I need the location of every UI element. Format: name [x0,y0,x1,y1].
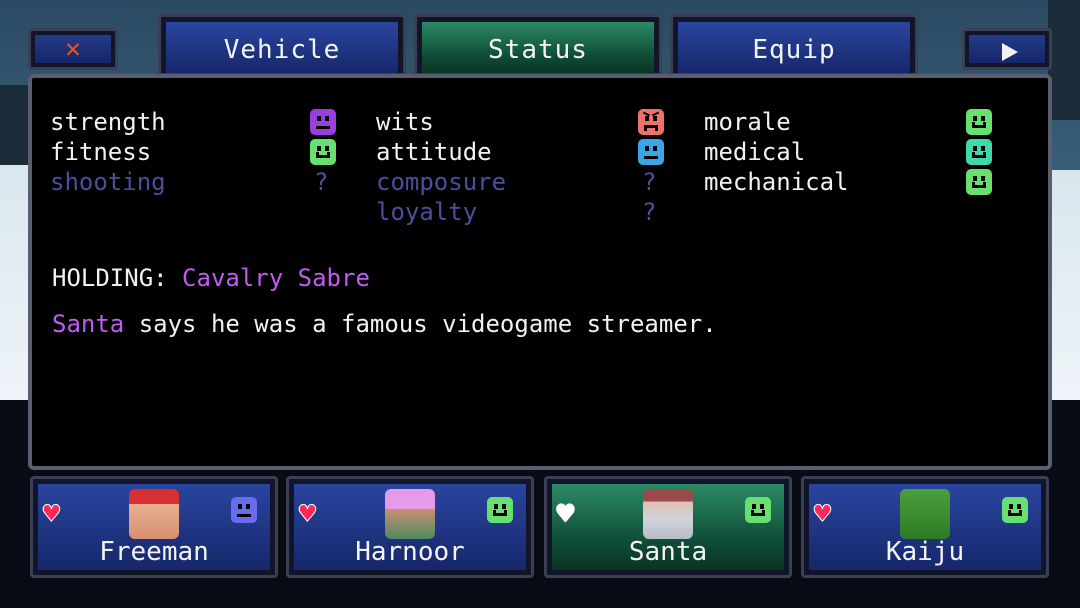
stat-medical-label: medical [704,138,806,166]
party-member-kaiju[interactable]: ♥ Kaiju [801,476,1049,578]
holding-line: HOLDING: Cavalry Sabre [52,264,370,292]
angry-face-icon [638,109,664,135]
unknown-value: ? [642,168,657,196]
party-member-harnoor[interactable]: ♥ Harnoor [286,476,534,578]
portrait-santa-gray-beard [643,489,693,539]
stat-morale-label: morale [704,108,791,136]
happy-face-icon [745,497,771,523]
stat-strength-label: strength [50,108,166,136]
heart-icon: ♥ [814,497,832,531]
heart-outline-icon: ♥ [556,496,575,531]
holding-item: Cavalry Sabre [182,264,370,292]
stat-shooting-label: shooting [50,168,166,196]
neutral-face-icon [310,109,336,135]
stat-loyalty-label: loyalty [376,198,478,226]
next-button[interactable] [962,28,1052,70]
stat-attitude-label: attitude [376,138,492,166]
stat-wits-label: wits [376,108,434,136]
portrait-person-pink-hat [385,489,435,539]
stat-fitness-label: fitness [50,138,152,166]
party-member-santa[interactable]: ♥ Santa [544,476,792,578]
close-button[interactable]: ✕ [28,28,118,70]
party-member-name: Harnoor [355,537,465,567]
pine-tree-right [1048,0,1080,120]
tab-label: Vehicle [223,35,341,65]
tab-label: Equip [752,35,836,65]
pine-tree-left [0,85,28,165]
close-x-icon: ✕ [65,34,81,64]
neutral-face-icon [231,497,257,523]
portrait-green-monster [900,489,950,539]
happy-face-icon [487,497,513,523]
tab-vehicle[interactable]: Vehicle [158,14,406,76]
stat-mechanical-label: mechanical [704,168,849,196]
dialogue-line: Santa says he was a famous videogame str… [52,310,717,338]
party-member-name: Kaiju [885,537,965,567]
party-member-freeman[interactable]: ♥ Freeman [30,476,278,578]
happy-face-icon [1002,497,1028,523]
party-member-name: Santa [628,537,708,567]
tab-equip[interactable]: Equip [670,14,918,76]
happy-face-icon [966,109,992,135]
dialogue-text: says he was a famous videogame streamer. [138,310,717,338]
party-member-name: Freeman [99,537,209,567]
heart-icon: ♥ [43,497,61,531]
unknown-value: ? [642,198,657,226]
status-panel: strength fitness shooting ? wits attitud… [28,74,1052,470]
happy-face-icon [310,139,336,165]
happy-face-icon [966,169,992,195]
tab-label: Status [488,35,588,65]
play-arrow-icon [1002,43,1018,61]
tab-status[interactable]: Status [414,14,662,76]
stat-composure-label: composure [376,168,507,196]
happy-face-icon [966,139,992,165]
heart-icon: ♥ [299,497,317,531]
portrait-man-red-cap [129,489,179,539]
unknown-value: ? [314,168,329,196]
neutral-face-icon [638,139,664,165]
dialogue-speaker: Santa [52,310,125,338]
holding-label: HOLDING: [52,264,168,292]
